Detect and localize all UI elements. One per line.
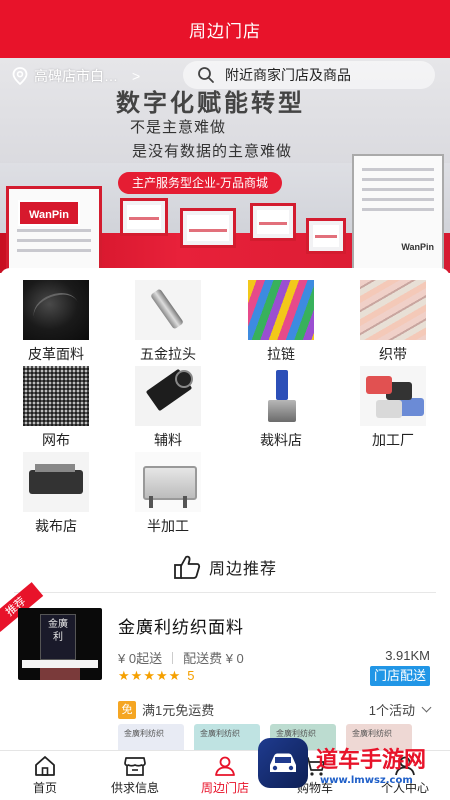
thumbs-up-icon [174,555,201,579]
leather-fabric-image [23,280,89,340]
banner-small-logo: WanPin [401,242,434,252]
store-thumbnail-text: 金廣利 [48,619,68,643]
location-selector[interactable]: 高碑店市白… > [12,66,140,86]
store-delivery-meta: ¥ 0起送 配送费 ¥ 0 [118,648,244,667]
category-label: 半加工 [147,518,189,534]
store-rating: ★ ★ ★ ★ ★ 5 [118,668,195,683]
location-text: 高碑店市白… [34,68,118,84]
category-leather-fabric[interactable]: 皮革面料 [1,280,111,364]
store-icon [124,757,146,776]
tab-nearby-stores[interactable]: 周边门店 [180,751,270,800]
category-mesh-fabric[interactable]: 网布 [1,366,111,450]
banner-monitor [180,208,236,248]
category-webbing[interactable]: 织带 [338,280,448,364]
delivery-fee: 配送费 ¥ 0 [183,651,244,666]
home-icon [35,756,55,776]
tab-supply-info[interactable]: 供求信息 [90,751,180,800]
cloth-cutting-image [23,452,89,512]
recommend-header: 周边推荐 [0,554,450,580]
category-cutting-shop[interactable]: 裁料店 [226,366,336,450]
cutting-shop-image [248,366,314,426]
star-icon: ★ [168,667,181,683]
promo-banner[interactable]: WanPin WanPin 数字化赋能转型 不是主意难做 是没有数据的主意难做 … [0,58,450,273]
star-icon: ★ [118,667,130,683]
section-divider [14,592,436,593]
tab-label: 首页 [32,781,57,795]
top-header: 周边门店 [0,0,450,58]
banner-subtitle-2: 是没有数据的主意难做 [132,143,293,160]
webbing-image [360,280,426,340]
car-icon [270,753,296,772]
banner-monitor [120,198,168,236]
watermark-url: www.lmwsz.com [320,775,413,786]
category-accessories[interactable]: 辅料 [113,366,223,450]
watermark-title: 道车手游网 [316,747,427,772]
category-factory[interactable]: 加工厂 [338,366,448,450]
promo-text: 满1元免运费 [142,703,215,718]
min-order: ¥ 0起送 [118,651,163,666]
zipper-image [248,280,314,340]
search-icon [198,67,214,83]
promo-row: 免 满1元免运费 [118,700,214,719]
rating-value: 5 [187,668,195,683]
category-zipper[interactable]: 拉链 [226,280,336,364]
activity-toggle[interactable]: 1个活动 [368,700,432,719]
store-thumbnail[interactable]: 金廣利 [18,608,102,680]
content-panel: 皮革面料 五金拉头 拉链 织带 网布 辅料 裁料店 加工厂 裁布店 半加工 周边… [0,268,450,754]
factory-image [360,366,426,426]
category-zipper-head[interactable]: 五金拉头 [113,280,223,364]
banner-logo: WanPin [18,200,80,226]
accessories-image [135,366,201,426]
category-label: 皮革面料 [28,346,84,362]
chevron-down-icon [421,702,432,713]
user-location-icon [215,756,235,776]
delivery-badge: 门店配送 [369,666,430,686]
banner-subtitle-1: 不是主意难做 [130,119,227,136]
category-label: 五金拉头 [140,346,196,362]
meta-separator [172,651,174,664]
zipper-head-image [135,280,201,340]
star-icon: ★ [155,667,168,683]
tab-home[interactable]: 首页 [0,751,90,800]
store-distance: 3.91KM [385,648,430,663]
semi-processing-image [135,452,201,512]
category-label: 拉链 [267,346,295,362]
recommend-title: 周边推荐 [208,561,277,578]
banner-left-screen [6,186,102,272]
category-label: 织带 [379,346,407,362]
category-cloth-cutting[interactable]: 裁布店 [1,452,111,536]
chevron-right-icon: > [132,68,141,84]
mesh-fabric-image [23,366,89,426]
free-shipping-badge: 免 [118,700,136,719]
banner-pill: 主产服务型企业-万品商城 [118,172,282,194]
category-semi-processing[interactable]: 半加工 [113,452,223,536]
tab-label: 供求信息 [110,781,159,795]
star-icon: ★ [130,667,143,683]
star-icon: ★ [143,667,155,683]
category-label: 网布 [42,432,70,448]
category-label: 裁布店 [35,518,77,534]
search-bar[interactable]: 附近商家门店及商品 [183,61,435,89]
activity-count: 1个活动 [368,703,415,718]
page-title: 周边门店 [189,21,261,41]
category-label: 裁料店 [260,432,302,448]
watermark-logo [258,738,308,788]
store-name[interactable]: 金廣利纺织面料 [118,613,244,638]
banner-monitor [306,218,346,254]
location-pin-icon [12,67,28,85]
banner-right-screen [352,154,444,273]
search-placeholder: 附近商家门店及商品 [225,67,351,83]
category-label: 辅料 [154,432,182,448]
tab-label: 周边门店 [200,781,249,795]
category-label: 加工厂 [372,432,414,448]
banner-monitor [250,203,296,241]
